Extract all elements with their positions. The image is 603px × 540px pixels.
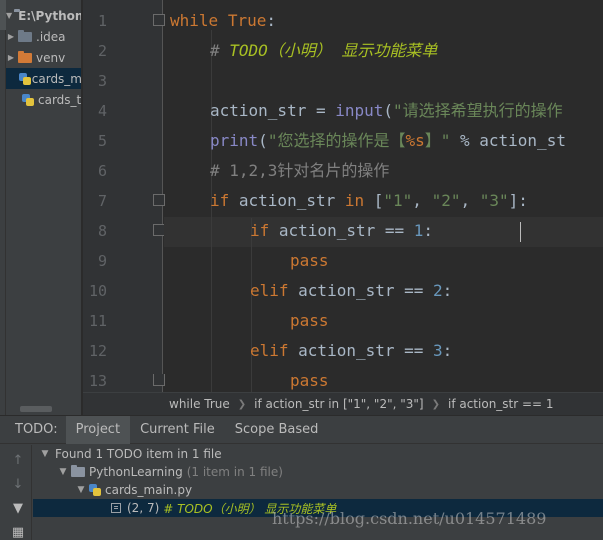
folder-icon bbox=[18, 29, 32, 42]
filter-icon[interactable]: ▼ bbox=[11, 501, 25, 516]
group-icon[interactable]: ▦ bbox=[11, 525, 25, 540]
python-file-icon bbox=[89, 484, 101, 496]
expand-arrow-icon[interactable]: ▼ bbox=[39, 449, 51, 459]
line-number: 2 bbox=[97, 42, 107, 60]
horizontal-scrollbar[interactable] bbox=[20, 406, 52, 412]
tree-item-cards-tools[interactable]: cards_t bbox=[6, 89, 82, 110]
breadcrumb-item[interactable]: while True bbox=[169, 397, 230, 411]
tree-item-label: cards_t bbox=[38, 92, 82, 107]
line-number: 3 bbox=[97, 72, 107, 90]
arrow-down-icon[interactable]: ↓ bbox=[11, 477, 25, 492]
line-number: 11 bbox=[88, 312, 107, 330]
fold-end-marker-icon[interactable] bbox=[153, 374, 165, 386]
tab-scope-based[interactable]: Scope Based bbox=[225, 416, 329, 444]
todo-summary: Found 1 TODO item in 1 file bbox=[55, 447, 222, 461]
code-line-5: print("您选择的操作是【%s】" % action_st bbox=[210, 131, 566, 150]
tab-project[interactable]: Project bbox=[65, 415, 131, 444]
code-line-2: # TODO（小明） 显示功能菜单 bbox=[210, 41, 438, 60]
tree-item-venv[interactable]: ▶ venv bbox=[6, 47, 81, 68]
line-number: 7 bbox=[97, 192, 107, 210]
folder-icon bbox=[71, 465, 85, 477]
project-root-label: E:\Python bbox=[18, 8, 82, 23]
python-file-icon bbox=[22, 93, 34, 106]
tab-current-file[interactable]: Current File bbox=[130, 416, 225, 444]
expand-arrow-icon[interactable]: ▼ bbox=[75, 485, 87, 495]
code-editor[interactable]: 1 2 3 4 5 6 7 8 9 10 11 12 13 while True… bbox=[83, 0, 603, 392]
code-line-1: while True: bbox=[170, 11, 276, 30]
project-panel: ▼ E:\Python ▶ .idea ▶ venv cards_m cards… bbox=[6, 0, 82, 415]
code-line-8: if action_str == 1: bbox=[250, 221, 434, 240]
tree-item-label: cards_m bbox=[31, 71, 82, 86]
line-number: 9 bbox=[97, 252, 107, 270]
todo-toolbar: ↑ ↓ ▼ ▦ bbox=[0, 445, 32, 540]
expand-arrow-icon[interactable]: ▼ bbox=[6, 11, 12, 20]
chevron-right-icon: ❯ bbox=[237, 398, 247, 410]
tree-item-idea[interactable]: ▶ .idea bbox=[6, 26, 81, 47]
code-line-9: pass bbox=[290, 251, 329, 270]
chevron-right-icon: ❯ bbox=[431, 398, 440, 410]
todo-project-row[interactable]: ▼ PythonLearning (1 item in 1 file) bbox=[33, 463, 603, 481]
breadcrumb: while True ❯ if action_str in ["1", "2",… bbox=[83, 392, 603, 415]
breadcrumb-item[interactable]: if action_str == 1 bbox=[448, 397, 554, 411]
code-line-4: action_str = input("请选择希望执行的操作 bbox=[210, 101, 563, 120]
line-number: 4 bbox=[97, 102, 107, 120]
code-line-12: elif action_str == 3: bbox=[250, 341, 453, 360]
line-number: 6 bbox=[97, 162, 107, 180]
breadcrumb-item[interactable]: if action_str in ["1", "2", "3"] bbox=[254, 397, 423, 411]
code-line-10: elif action_str == 2: bbox=[250, 281, 453, 300]
code-line-7: if action_str in ["1", "2", "3"]: bbox=[210, 191, 528, 210]
collapse-arrow-icon[interactable]: ▶ bbox=[6, 32, 16, 41]
line-number: 13 bbox=[88, 372, 107, 390]
fold-marker-icon[interactable] bbox=[153, 194, 165, 206]
line-number: 12 bbox=[88, 342, 107, 360]
fold-marker-icon[interactable] bbox=[153, 14, 165, 26]
watermark: https://blog.csdn.net/u014571489 bbox=[272, 509, 547, 528]
line-number-gutter: 1 2 3 4 5 6 7 8 9 10 11 12 13 bbox=[83, 0, 165, 392]
todo-tab-bar: TODO: Project Current File Scope Based bbox=[0, 415, 603, 444]
project-root-row[interactable]: ▼ E:\Python bbox=[6, 5, 82, 26]
line-number: 1 bbox=[97, 12, 107, 30]
python-file-icon bbox=[19, 72, 31, 85]
todo-project-count: (1 item in 1 file) bbox=[186, 465, 283, 479]
todo-file-row[interactable]: ▼ cards_main.py bbox=[33, 481, 603, 499]
todo-summary-row[interactable]: ▼ Found 1 TODO item in 1 file bbox=[33, 445, 603, 463]
tree-item-label: .idea bbox=[36, 29, 66, 44]
todo-file-name: cards_main.py bbox=[105, 483, 193, 497]
folder-icon bbox=[18, 50, 32, 63]
todo-panel-label: TODO: bbox=[15, 422, 58, 437]
code-line-6: # 1,2,3针对名片的操作 bbox=[210, 161, 390, 180]
text-caret bbox=[520, 222, 521, 242]
arrow-up-icon[interactable]: ↑ bbox=[11, 453, 25, 468]
line-number: 8 bbox=[97, 222, 107, 240]
tree-item-cards-main[interactable]: cards_m bbox=[6, 68, 82, 89]
line-number: 10 bbox=[88, 282, 107, 300]
code-line-13: pass bbox=[290, 371, 329, 390]
todo-item-position: (2, 7) bbox=[127, 501, 160, 515]
code-line-11: pass bbox=[290, 311, 329, 330]
todo-item-icon bbox=[111, 503, 121, 513]
line-number: 5 bbox=[97, 132, 107, 150]
todo-project-name: PythonLearning bbox=[89, 465, 183, 479]
tree-item-label: venv bbox=[36, 50, 66, 65]
collapse-arrow-icon[interactable]: ▶ bbox=[6, 53, 16, 62]
expand-arrow-icon[interactable]: ▼ bbox=[57, 467, 69, 477]
